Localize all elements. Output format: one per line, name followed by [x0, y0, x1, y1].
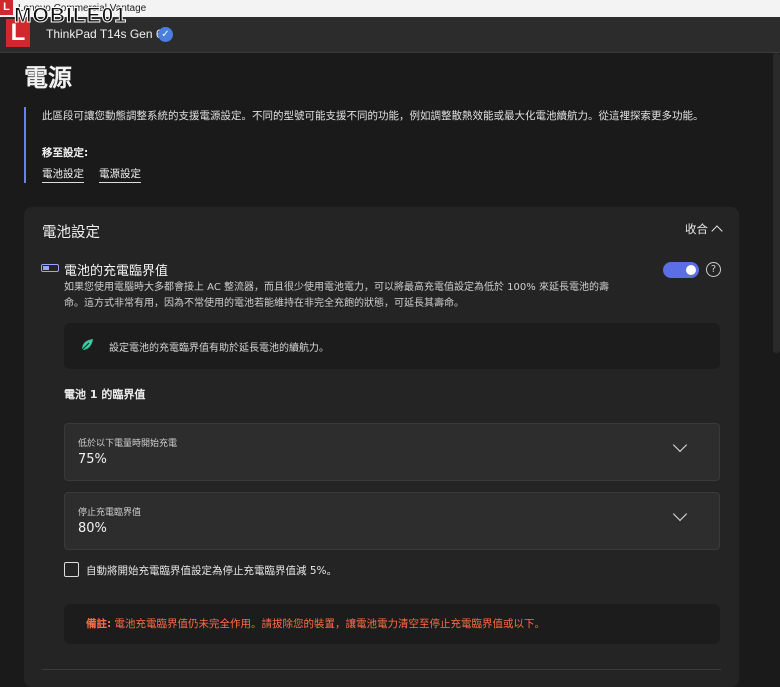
- auto-threshold-checkbox[interactable]: [64, 562, 79, 577]
- app-logo: L: [0, 0, 13, 15]
- goto-power-link[interactable]: 電源設定: [99, 166, 141, 183]
- chevron-down-icon: [672, 437, 688, 453]
- note-text: 電池充電臨界值仍未完全作用。請拔除您的裝置，讓電池電力清空至停止充電臨界值或以下…: [111, 618, 546, 630]
- chevron-up-icon: [711, 225, 723, 237]
- help-icon[interactable]: ?: [706, 262, 721, 277]
- intro-panel: 此區段可讓您動態調整系統的支援電源設定。不同的型號可能支援不同的功能，例如調整散…: [24, 107, 744, 183]
- chevron-down-icon: [672, 506, 688, 522]
- leaf-icon: [81, 339, 93, 351]
- collapse-label: 收合: [685, 222, 708, 236]
- battery-settings-card: 電池設定 收合 電池的充電臨界值 如果您使用電腦時大多都會接上 AC 整流器，而…: [24, 207, 739, 687]
- charge-threshold-toggle[interactable]: [663, 262, 699, 278]
- warning-note: 備註: 電池充電臨界值仍未完全作用。請拔除您的裝置，讓電池電力清空至停止充電臨界…: [64, 604, 720, 644]
- card-title: 電池設定: [42, 225, 100, 241]
- goto-battery-link[interactable]: 電池設定: [42, 166, 84, 183]
- stop-charge-dropdown[interactable]: 停止充電臨界值 80%: [64, 492, 720, 550]
- tip-text: 設定電池的充電臨界值有助於延長電池的續航力。: [109, 343, 329, 354]
- intro-text: 此區段可讓您動態調整系統的支援電源設定。不同的型號可能支援不同的功能，例如調整散…: [42, 110, 704, 122]
- battery-icon: [41, 264, 59, 272]
- start-charge-label: 低於以下電量時開始充電: [78, 439, 178, 449]
- note-prefix: 備註:: [86, 618, 112, 630]
- watermark-text: MOBILE01: [13, 4, 128, 28]
- goto-label: 移至設定:: [42, 147, 89, 159]
- tip-panel: 設定電池的充電臨界值有助於延長電池的續航力。: [64, 323, 720, 369]
- stop-charge-value: 80%: [78, 521, 107, 536]
- auto-threshold-label: 自動將開始充電臨界值設定為停止充電臨界值減 5%。: [86, 565, 337, 577]
- charge-threshold-desc: 如果您使用電腦時大多都會接上 AC 整流器，而且很少使用電池電力，可以將最高充電…: [64, 282, 609, 309]
- verified-icon: ✓: [158, 27, 173, 42]
- charge-threshold-title: 電池的充電臨界值: [64, 264, 169, 279]
- start-charge-value: 75%: [78, 452, 107, 467]
- watermark: MOBILE01: [13, 1, 128, 31]
- collapse-button[interactable]: 收合: [685, 221, 723, 237]
- page-title: 電源: [24, 64, 72, 92]
- battery1-threshold-title: 電池 1 的臨界值: [64, 388, 146, 401]
- goto-links: 電池設定 電源設定: [42, 166, 141, 183]
- scrollbar[interactable]: [773, 53, 780, 353]
- divider: [42, 669, 721, 670]
- stop-charge-label: 停止充電臨界值: [78, 508, 142, 518]
- start-charge-dropdown[interactable]: 低於以下電量時開始充電 75%: [64, 423, 720, 481]
